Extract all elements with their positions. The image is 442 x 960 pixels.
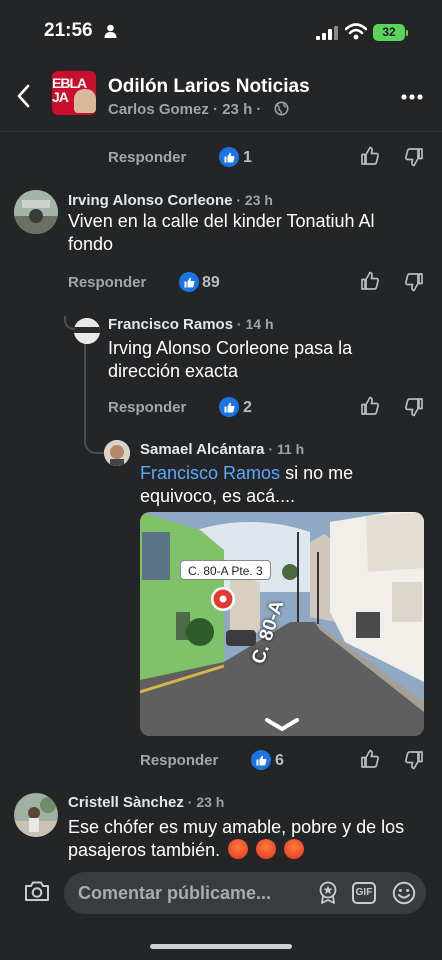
map-location-label: C. 80-A Pte. 3 — [180, 560, 271, 580]
avatar[interactable] — [104, 440, 130, 466]
comment-age: 11 h — [276, 441, 305, 457]
comment-text: Viven en la calle del kinder Tonatiuh Al… — [68, 211, 375, 254]
back-icon[interactable] — [16, 84, 30, 108]
wifi-icon — [345, 23, 367, 40]
post-age: 23 h — [222, 101, 253, 118]
comment-text-block: Ese chófer es muy amable, pobre y de los… — [68, 816, 428, 862]
chevron-down-icon[interactable] — [264, 718, 300, 732]
thumb-up-icon — [184, 277, 194, 288]
emoji-icon[interactable] — [392, 881, 416, 905]
home-indicator — [150, 944, 292, 949]
like-count: 6 — [275, 752, 284, 769]
angry-emoji-icon — [284, 839, 305, 859]
avatar-photo — [74, 318, 100, 344]
comment-placeholder: Comentar públicame... — [78, 883, 272, 903]
post-byline: Carlos Gomez · 23 h · — [108, 101, 261, 118]
comment-composer: Comentar públicame... GIF — [0, 866, 442, 922]
comment-age: 23 h — [196, 794, 225, 810]
thumb-up-icon[interactable] — [360, 396, 380, 416]
globe-icon — [274, 101, 289, 116]
reply-button[interactable]: Responder — [140, 752, 218, 769]
thumb-up-icon[interactable] — [360, 271, 380, 291]
comment-text-block: Francisco Ramos si no me equivoco, es ac… — [140, 462, 400, 508]
sticker-icon[interactable] — [318, 881, 338, 905]
page-avatar-photo — [74, 89, 96, 113]
like-count: 2 — [243, 399, 252, 416]
angry-emoji-icon — [256, 839, 277, 859]
reply-button[interactable]: Responder — [108, 399, 186, 416]
avatar-photo — [104, 440, 130, 466]
thumb-up-icon — [224, 402, 234, 413]
page-title[interactable]: Odilón Larios Noticias — [108, 76, 310, 98]
thumb-up-icon — [224, 152, 234, 163]
thumb-down-icon[interactable] — [404, 147, 424, 167]
comment-age: 14 h — [245, 316, 274, 332]
like-badge-icon — [251, 750, 271, 770]
person-icon — [104, 24, 117, 38]
status-bar: 21:56 32 — [0, 0, 442, 64]
comment-separator: · — [232, 192, 245, 208]
more-icon[interactable] — [401, 94, 423, 100]
comment-author[interactable]: Cristell Sànchez — [68, 794, 184, 811]
map-pin-icon — [211, 587, 235, 611]
thumb-up-icon[interactable] — [360, 146, 380, 166]
like-badge-icon — [179, 272, 199, 292]
comment-author[interactable]: Irving Alonso Corleone — [68, 192, 232, 209]
thumb-down-icon[interactable] — [404, 397, 424, 417]
byline-separator: · — [213, 101, 223, 118]
comment-age: 23 h — [244, 192, 273, 208]
like-count: 1 — [243, 149, 252, 166]
avatar[interactable] — [14, 793, 58, 837]
angry-emoji-icon — [228, 839, 249, 859]
street-view-image[interactable]: C. 80-A Pte. 3 C. 80-A — [140, 512, 424, 736]
comment-header: Samael Alcántara · 11 h — [140, 441, 304, 459]
comment-input[interactable]: Comentar públicame... GIF — [64, 872, 426, 914]
gif-icon[interactable]: GIF — [352, 882, 376, 904]
page-avatar[interactable]: EBLA JA — [52, 71, 96, 115]
like-badge-icon — [219, 147, 239, 167]
battery-level: 32 — [373, 24, 405, 41]
thumb-down-icon[interactable] — [404, 750, 424, 770]
like-badge-icon — [219, 397, 239, 417]
comment-separator: · — [233, 316, 246, 332]
avatar[interactable] — [14, 190, 58, 234]
status-time: 21:56 — [44, 20, 93, 41]
thumb-up-icon[interactable] — [360, 749, 380, 769]
comment-author[interactable]: Samael Alcántara — [140, 441, 265, 458]
post-header: EBLA JA Odilón Larios Noticias Carlos Go… — [0, 64, 442, 132]
battery-tip — [406, 30, 408, 36]
thread-line — [84, 344, 104, 454]
comment-header: Irving Alonso Corleone · 23 h — [68, 192, 273, 210]
comment-separator: · — [264, 441, 277, 457]
camera-icon[interactable] — [24, 880, 50, 902]
comment-header: Francisco Ramos · 14 h — [108, 316, 274, 334]
reply-button[interactable]: Responder — [108, 149, 186, 166]
post-author[interactable]: Carlos Gomez — [108, 101, 209, 118]
comment-text: Irving Alonso Corleone pasa la dirección… — [108, 338, 353, 381]
mention-link[interactable]: Francisco Ramos — [140, 463, 280, 483]
avatar[interactable] — [74, 318, 100, 344]
reply-button[interactable]: Responder — [68, 274, 146, 291]
thumb-up-icon — [256, 755, 266, 766]
thumb-down-icon[interactable] — [404, 272, 424, 292]
byline-separator-2: · — [256, 101, 262, 118]
comment-separator: · — [183, 794, 197, 810]
comment-author[interactable]: Francisco Ramos — [108, 316, 233, 333]
comment-header: Cristell Sànchez · 23 h — [68, 794, 224, 812]
like-count: 89 — [202, 274, 220, 291]
avatar-photo — [14, 190, 58, 234]
signal-icon — [316, 26, 338, 40]
avatar-photo — [14, 793, 58, 837]
